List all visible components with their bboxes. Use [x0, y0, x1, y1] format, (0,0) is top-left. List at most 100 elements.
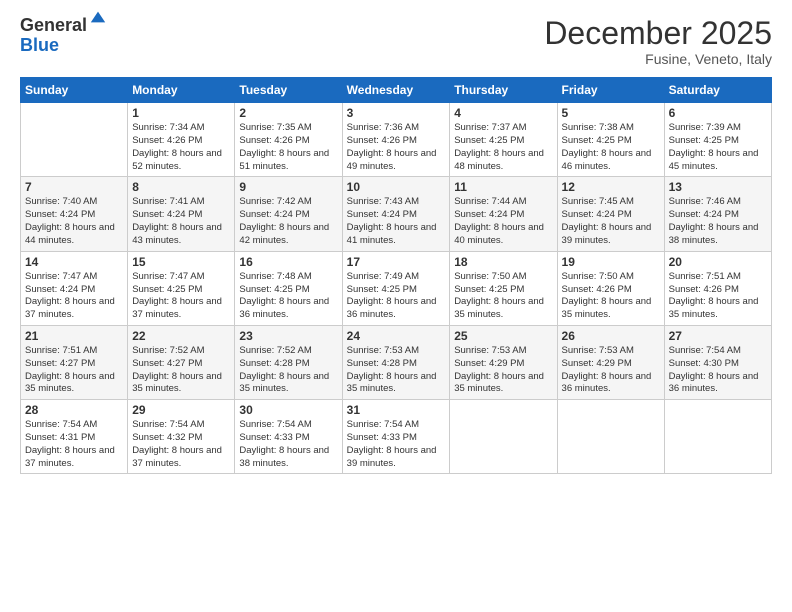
- table-row: 11Sunrise: 7:44 AMSunset: 4:24 PMDayligh…: [450, 177, 557, 251]
- table-row: 2 Sunrise: 7:35 AMSunset: 4:26 PMDaylight…: [235, 103, 342, 177]
- table-row: 3Sunrise: 7:36 AMSunset: 4:26 PMDaylight…: [342, 103, 450, 177]
- col-friday: Friday: [557, 78, 664, 103]
- day-number: 23: [239, 329, 337, 343]
- day-info: Sunrise: 7:38 AMSunset: 4:25 PMDaylight:…: [562, 122, 660, 173]
- table-row: 7 Sunrise: 7:40 AMSunset: 4:24 PMDaylight…: [21, 177, 128, 251]
- calendar-week-row: 1 Sunrise: 7:34 AMSunset: 4:26 PMDaylight…: [21, 103, 772, 177]
- day-number: 17: [347, 255, 446, 269]
- day-info: Sunrise: 7:54 AMSunset: 4:32 PMDaylight:…: [132, 419, 230, 470]
- day-number: 31: [347, 403, 446, 417]
- day-number: 19: [562, 255, 660, 269]
- day-number: 2: [239, 106, 337, 120]
- table-row: 27Sunrise: 7:54 AMSunset: 4:30 PMDayligh…: [664, 325, 771, 399]
- col-sunday: Sunday: [21, 78, 128, 103]
- day-info: Sunrise: 7:52 AMSunset: 4:28 PMDaylight:…: [239, 345, 337, 396]
- table-row: 29 Sunrise: 7:54 AMSunset: 4:32 PMDayligh…: [128, 400, 235, 474]
- table-row: 4 Sunrise: 7:37 AMSunset: 4:25 PMDaylight…: [450, 103, 557, 177]
- location-subtitle: Fusine, Veneto, Italy: [544, 51, 772, 67]
- day-number: 6: [669, 106, 767, 120]
- table-row: 9Sunrise: 7:42 AMSunset: 4:24 PMDaylight…: [235, 177, 342, 251]
- col-saturday: Saturday: [664, 78, 771, 103]
- col-thursday: Thursday: [450, 78, 557, 103]
- day-info: Sunrise: 7:54 AMSunset: 4:30 PMDaylight:…: [669, 345, 767, 396]
- day-number: 26: [562, 329, 660, 343]
- day-info: Sunrise: 7:40 AMSunset: 4:24 PMDaylight:…: [25, 196, 123, 247]
- day-number: 10: [347, 180, 446, 194]
- day-info: Sunrise: 7:47 AMSunset: 4:24 PMDaylight:…: [25, 271, 123, 322]
- day-info: Sunrise: 7:43 AMSunset: 4:24 PMDaylight:…: [347, 196, 446, 247]
- day-number: 18: [454, 255, 552, 269]
- day-info: Sunrise: 7:50 AMSunset: 4:26 PMDaylight:…: [562, 271, 660, 322]
- table-row: [557, 400, 664, 474]
- title-block: December 2025 Fusine, Veneto, Italy: [544, 16, 772, 67]
- day-info: Sunrise: 7:51 AMSunset: 4:26 PMDaylight:…: [669, 271, 767, 322]
- day-number: 4: [454, 106, 552, 120]
- day-info: Sunrise: 7:37 AMSunset: 4:25 PMDaylight:…: [454, 122, 552, 173]
- logo-icon: [89, 8, 107, 26]
- day-info: Sunrise: 7:53 AMSunset: 4:28 PMDaylight:…: [347, 345, 446, 396]
- day-info: Sunrise: 7:48 AMSunset: 4:25 PMDaylight:…: [239, 271, 337, 322]
- day-info: Sunrise: 7:54 AMSunset: 4:31 PMDaylight:…: [25, 419, 123, 470]
- day-info: Sunrise: 7:46 AMSunset: 4:24 PMDaylight:…: [669, 196, 767, 247]
- table-row: 30Sunrise: 7:54 AMSunset: 4:33 PMDayligh…: [235, 400, 342, 474]
- day-info: Sunrise: 7:49 AMSunset: 4:25 PMDaylight:…: [347, 271, 446, 322]
- day-number: 20: [669, 255, 767, 269]
- day-number: 12: [562, 180, 660, 194]
- day-number: 22: [132, 329, 230, 343]
- day-info: Sunrise: 7:34 AMSunset: 4:26 PMDaylight:…: [132, 122, 230, 173]
- day-info: Sunrise: 7:50 AMSunset: 4:25 PMDaylight:…: [454, 271, 552, 322]
- day-number: 8: [132, 180, 230, 194]
- day-number: 5: [562, 106, 660, 120]
- table-row: 6Sunrise: 7:39 AMSunset: 4:25 PMDaylight…: [664, 103, 771, 177]
- day-number: 1: [132, 106, 230, 120]
- day-info: Sunrise: 7:47 AMSunset: 4:25 PMDaylight:…: [132, 271, 230, 322]
- table-row: 22 Sunrise: 7:52 AMSunset: 4:27 PMDayligh…: [128, 325, 235, 399]
- table-row: [664, 400, 771, 474]
- page: General Blue December 2025 Fusine, Venet…: [0, 0, 792, 612]
- table-row: [450, 400, 557, 474]
- table-row: 24 Sunrise: 7:53 AMSunset: 4:28 PMDayligh…: [342, 325, 450, 399]
- days-header-row: Sunday Monday Tuesday Wednesday Thursday…: [21, 78, 772, 103]
- table-row: 12Sunrise: 7:45 AMSunset: 4:24 PMDayligh…: [557, 177, 664, 251]
- table-row: 28 Sunrise: 7:54 AMSunset: 4:31 PMDayligh…: [21, 400, 128, 474]
- calendar-week-row: 28 Sunrise: 7:54 AMSunset: 4:31 PMDayligh…: [21, 400, 772, 474]
- day-number: 16: [239, 255, 337, 269]
- day-number: 9: [239, 180, 337, 194]
- day-number: 11: [454, 180, 552, 194]
- table-row: 21Sunrise: 7:51 AMSunset: 4:27 PMDayligh…: [21, 325, 128, 399]
- header: General Blue December 2025 Fusine, Venet…: [20, 16, 772, 67]
- col-monday: Monday: [128, 78, 235, 103]
- day-info: Sunrise: 7:53 AMSunset: 4:29 PMDaylight:…: [562, 345, 660, 396]
- table-row: 10 Sunrise: 7:43 AMSunset: 4:24 PMDayligh…: [342, 177, 450, 251]
- table-row: 5 Sunrise: 7:38 AMSunset: 4:25 PMDaylight…: [557, 103, 664, 177]
- day-info: Sunrise: 7:35 AMSunset: 4:26 PMDaylight:…: [239, 122, 337, 173]
- day-info: Sunrise: 7:54 AMSunset: 4:33 PMDaylight:…: [347, 419, 446, 470]
- table-row: 31 Sunrise: 7:54 AMSunset: 4:33 PMDayligh…: [342, 400, 450, 474]
- table-row: 26 Sunrise: 7:53 AMSunset: 4:29 PMDayligh…: [557, 325, 664, 399]
- calendar-table: Sunday Monday Tuesday Wednesday Thursday…: [20, 77, 772, 474]
- day-number: 7: [25, 180, 123, 194]
- day-info: Sunrise: 7:51 AMSunset: 4:27 PMDaylight:…: [25, 345, 123, 396]
- col-tuesday: Tuesday: [235, 78, 342, 103]
- table-row: 14Sunrise: 7:47 AMSunset: 4:24 PMDayligh…: [21, 251, 128, 325]
- day-info: Sunrise: 7:52 AMSunset: 4:27 PMDaylight:…: [132, 345, 230, 396]
- table-row: 8Sunrise: 7:41 AMSunset: 4:24 PMDaylight…: [128, 177, 235, 251]
- logo-general: General: [20, 16, 87, 36]
- table-row: 19 Sunrise: 7:50 AMSunset: 4:26 PMDayligh…: [557, 251, 664, 325]
- day-number: 25: [454, 329, 552, 343]
- table-row: 20 Sunrise: 7:51 AMSunset: 4:26 PMDayligh…: [664, 251, 771, 325]
- table-row: 18 Sunrise: 7:50 AMSunset: 4:25 PMDayligh…: [450, 251, 557, 325]
- day-number: 28: [25, 403, 123, 417]
- day-number: 15: [132, 255, 230, 269]
- table-row: 15 Sunrise: 7:47 AMSunset: 4:25 PMDayligh…: [128, 251, 235, 325]
- table-row: 1 Sunrise: 7:34 AMSunset: 4:26 PMDaylight…: [128, 103, 235, 177]
- day-info: Sunrise: 7:53 AMSunset: 4:29 PMDaylight:…: [454, 345, 552, 396]
- table-row: 16 Sunrise: 7:48 AMSunset: 4:25 PMDayligh…: [235, 251, 342, 325]
- day-number: 3: [347, 106, 446, 120]
- day-number: 24: [347, 329, 446, 343]
- day-number: 13: [669, 180, 767, 194]
- table-row: 25 Sunrise: 7:53 AMSunset: 4:29 PMDayligh…: [450, 325, 557, 399]
- logo: General Blue: [20, 16, 107, 56]
- day-number: 29: [132, 403, 230, 417]
- logo-blue: Blue: [20, 36, 87, 56]
